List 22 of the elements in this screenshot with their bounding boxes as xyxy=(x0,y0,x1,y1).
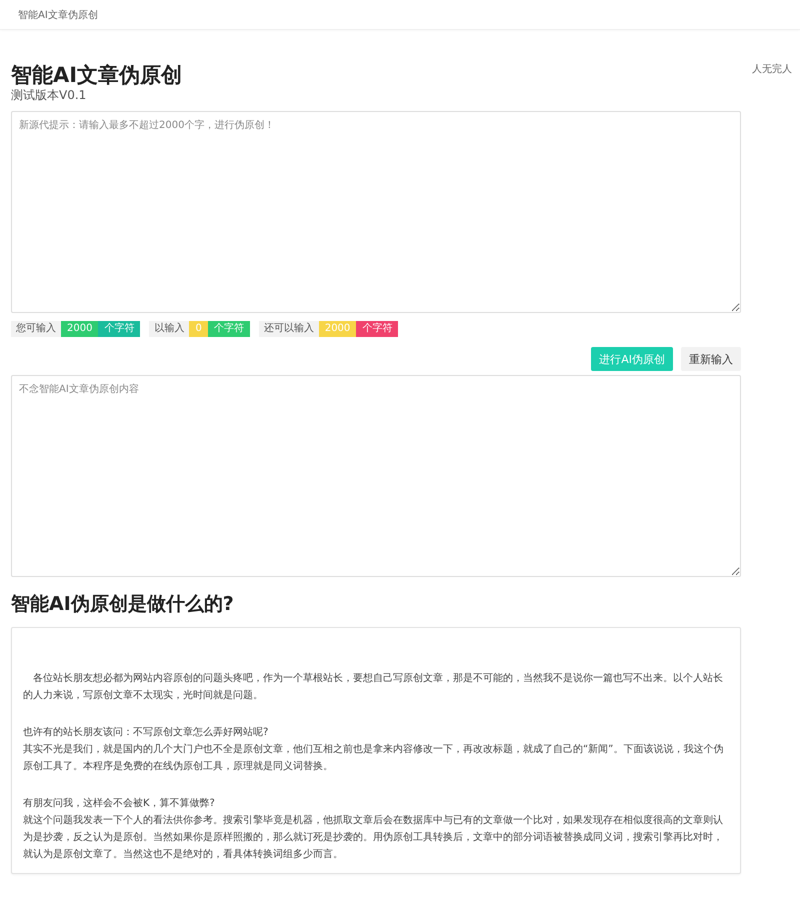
counter-badge: 0 xyxy=(189,321,208,337)
section-heading: 智能AI伪原创是做什么的? xyxy=(11,592,235,617)
reset-button[interactable]: 重新输入 xyxy=(681,347,741,371)
paragraph: 其实不光是我们，就是国内的几个大门户也不全是原创文章，他们互相之前也是拿来内容修改一下，再改改标题，就成了自己的“新闻”。下面该说说，我这个伪原创工具了。本程序是免费的在线伪原创工具，原理就是同义词替换。 xyxy=(23,742,724,774)
counter-badge: 2000 xyxy=(318,321,356,337)
counter-badge: 个字符 xyxy=(208,321,250,337)
counter-badge: 个字符 xyxy=(356,321,398,337)
counter-label: 以输入 xyxy=(149,321,190,337)
counter-badge: 个字符 xyxy=(98,321,140,337)
counter-label: 还可以输入 xyxy=(258,321,319,337)
counter-badge: 2000 xyxy=(61,321,98,337)
page-title: 智能AI文章伪原创 xyxy=(11,62,182,88)
counter-label: 您可输入 xyxy=(11,321,61,337)
page-subtitle: 测试版本V0.1 xyxy=(11,88,88,102)
output-field[interactable]: 不念智能AI文章伪原创内容 xyxy=(11,375,741,577)
input-field[interactable]: 新源代提示：请输入最多不超过2000个字，进行伪原创！ xyxy=(11,111,741,313)
paragraph: 也许有的站长朋友该问：不写原创文章怎么弄好网站呢? xyxy=(23,726,270,740)
side-note: 人无完人 xyxy=(752,62,792,77)
paragraph: 各位站长朋友想必都为网站内容原创的问题头疼吧，作为一个草根站长，要想自己写原创文章，那是不可能的，当然我不是说你一篇也写不出来。以个人站长的人力来说，写原创文章不太现实，光时间就是问题。 xyxy=(23,672,724,703)
paragraph: 有朋友问我，这样会不会被K，算不算做弊? xyxy=(23,796,216,811)
paragraph: 就这个问题我发表一下个人的看法供你参考。搜索引擎毕竟是机器，他抓取文章后会在数据库中与已有的文章做一个比对，如果发现存在相似度很高的文章则认为是抄袭，反之认为是原创。当然如果你是原样照搬的，那么就订死是抄袭的。用伪原创工具转换后，文章中的部分词语被替换成同义词，搜索引擎再比对时，就认为是原创文章了。当然这也不是绝对的，看具体转换词组多少而言。 xyxy=(23,814,724,862)
brand-link[interactable]: 智能AI文章伪原创 xyxy=(18,8,98,22)
